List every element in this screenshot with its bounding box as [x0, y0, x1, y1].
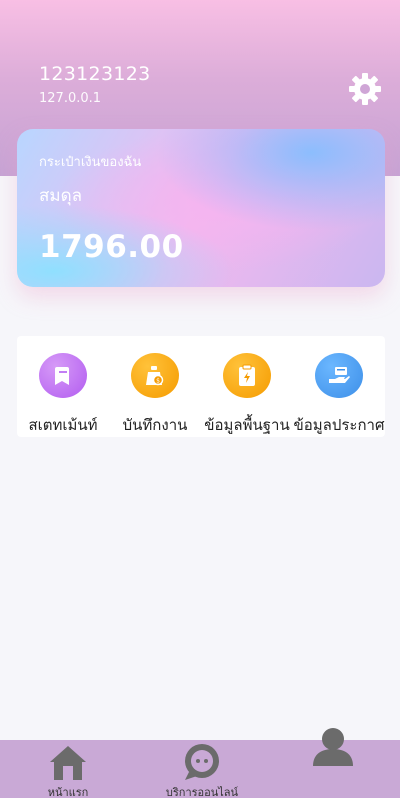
ip-address: 127.0.0.1 [39, 91, 102, 106]
wallet-title: กระเป๋าเงินของฉัน [39, 155, 142, 170]
quick-menu: สเตทเม้นท์ $ บันทึกงาน ข้อมูลพื้นฐาน ข้อ… [17, 336, 385, 437]
chat-bubble-icon [185, 744, 219, 780]
tab-home-label: หน้าแรก [47, 786, 89, 798]
bottom-tab-bar: หน้าแรก บริการออนไลน์ [0, 728, 400, 798]
tab-online-service-label: บริการออนไลน์ [165, 786, 239, 798]
menu-item-work-record[interactable]: $ บันทึกงาน [109, 336, 201, 437]
username: 123123123 [39, 63, 151, 85]
person-icon [313, 728, 353, 766]
document-icon [39, 353, 87, 398]
menu-label-announcement: ข้อมูลประกาศ [293, 416, 385, 434]
hand-card-icon [315, 353, 363, 398]
menu-item-statement[interactable]: สเตทเม้นท์ [17, 336, 109, 437]
menu-item-basic-info[interactable]: ข้อมูลพื้นฐาน [201, 336, 293, 437]
tab-home[interactable]: หน้าแรก [36, 740, 100, 798]
money-bag-icon: $ [131, 353, 179, 398]
wallet-card[interactable]: กระเป๋าเงินของฉัน สมดุล 1796.00 [17, 129, 385, 287]
settings-gear-icon[interactable] [348, 72, 382, 106]
balance-label: สมดุล [39, 186, 83, 206]
tab-profile[interactable] [300, 728, 366, 798]
menu-label-work-record: บันทึกงาน [122, 416, 188, 434]
account-info: 123123123 127.0.0.1 [39, 63, 151, 106]
tab-online-service[interactable]: บริการออนไลน์ [152, 740, 252, 798]
home-icon [50, 746, 86, 780]
menu-label-statement: สเตทเม้นท์ [28, 416, 98, 434]
menu-label-basic-info: ข้อมูลพื้นฐาน [204, 416, 290, 434]
svg-text:$: $ [156, 377, 160, 384]
clipboard-lightning-icon [223, 353, 271, 398]
balance-amount: 1796.00 [39, 229, 184, 265]
menu-item-announcement[interactable]: ข้อมูลประกาศ [293, 336, 385, 437]
